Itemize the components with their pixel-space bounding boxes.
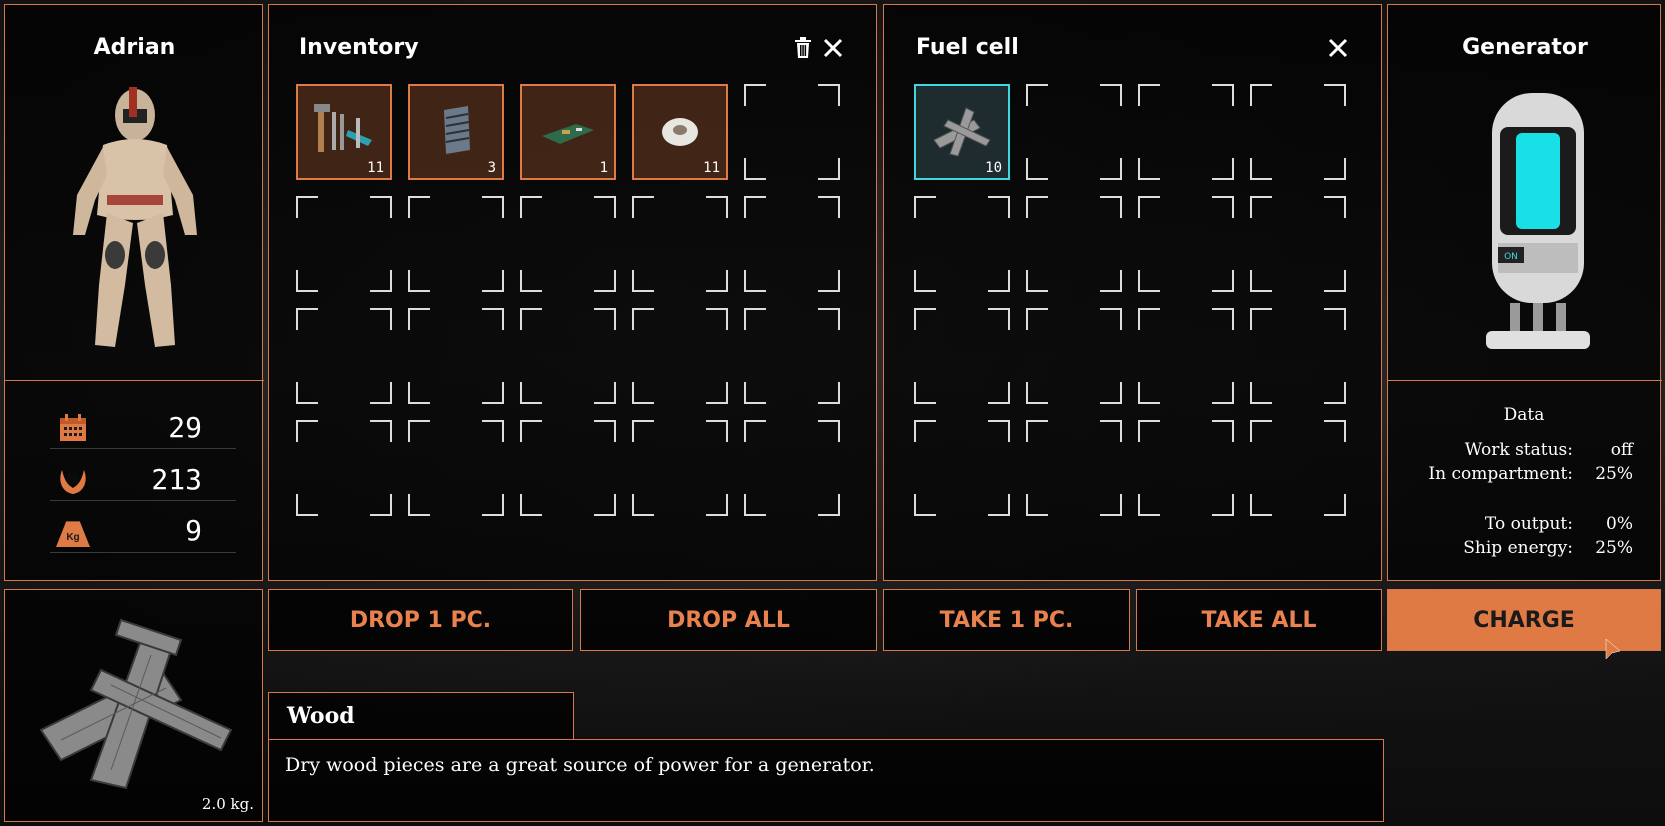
inventory-slot-empty[interactable] xyxy=(632,308,728,404)
fuel_cell-slot-empty[interactable] xyxy=(1026,196,1122,292)
character-name: Adrian xyxy=(93,35,176,60)
stat-weight-value: 9 xyxy=(185,514,202,547)
inventory-slot-empty[interactable] xyxy=(408,196,504,292)
generator-data-label: In compartment: xyxy=(1428,464,1573,484)
close-icon[interactable] xyxy=(822,37,844,59)
metal-plate-icon xyxy=(424,100,488,158)
stat-divider xyxy=(50,552,236,553)
wood-icon xyxy=(930,100,994,158)
item-description-box: Dry wood pieces are a great source of po… xyxy=(268,739,1384,822)
fuel_cell-slot-empty[interactable] xyxy=(1026,308,1122,404)
character-portrait xyxy=(73,87,197,347)
inventory-slot-empty[interactable] xyxy=(296,196,392,292)
item-quantity: 3 xyxy=(487,160,496,176)
close-icon[interactable] xyxy=(1327,37,1349,59)
fuel_cell-slot-empty[interactable] xyxy=(914,420,1010,516)
stat-divider xyxy=(50,448,236,449)
item-weight: 2.0 kg. xyxy=(201,795,254,813)
item-name-box: Wood xyxy=(268,692,574,740)
inventory-slot-tools[interactable]: 11 xyxy=(296,84,392,180)
inventory-slot-empty[interactable] xyxy=(632,420,728,516)
inventory-slot-empty[interactable] xyxy=(520,308,616,404)
inventory-slot-empty[interactable] xyxy=(408,420,504,516)
stat-score-value: 213 xyxy=(151,463,202,496)
stats-divider xyxy=(5,380,264,381)
generator-data-label: Work status: xyxy=(1464,440,1573,460)
take-all-button[interactable]: TAKE ALL xyxy=(1136,589,1382,651)
inventory-slot-empty[interactable] xyxy=(632,196,728,292)
kg-weight-icon-label: Kg xyxy=(66,532,80,543)
fuel_cell-slot-empty[interactable] xyxy=(1138,196,1234,292)
drop-all-button[interactable]: DROP ALL xyxy=(580,589,877,651)
stat-days-value: 29 xyxy=(168,411,202,444)
tools-icon xyxy=(312,100,376,158)
item-quantity: 1 xyxy=(599,160,608,176)
generator-status-light: ON xyxy=(1504,252,1518,262)
generator-data-label: To output: xyxy=(1484,514,1573,534)
inventory-slot-empty[interactable] xyxy=(296,308,392,404)
inventory-slot-empty[interactable] xyxy=(744,196,840,292)
fuel_cell-slot-empty[interactable] xyxy=(1138,308,1234,404)
item-quantity: 11 xyxy=(367,160,384,176)
generator-data-value: 25% xyxy=(1595,464,1633,484)
fuel_cell-slot-empty[interactable] xyxy=(1250,196,1346,292)
inventory-title: Inventory xyxy=(299,35,419,60)
inventory-slot-empty[interactable] xyxy=(520,420,616,516)
circuit-board-icon xyxy=(536,100,600,158)
inventory-slot-empty[interactable] xyxy=(744,84,840,180)
fuel_cell-slot-wood[interactable]: 10 xyxy=(914,84,1010,180)
inventory-slot-metal-plate[interactable]: 3 xyxy=(408,84,504,180)
generator-data-value: 25% xyxy=(1595,538,1633,558)
inventory-slot-empty[interactable] xyxy=(744,308,840,404)
inventory-slot-empty[interactable] xyxy=(408,308,504,404)
tape-icon xyxy=(648,100,712,158)
item-quantity: 11 xyxy=(703,160,720,176)
inventory-slot-tape[interactable]: 11 xyxy=(632,84,728,180)
generator-data-heading: Data xyxy=(1503,405,1545,425)
generator-data-value: off xyxy=(1610,440,1633,460)
fuel_cell-slot-empty[interactable] xyxy=(1138,420,1234,516)
laurel-wreath-icon xyxy=(60,470,86,494)
wood-item-image xyxy=(39,618,233,790)
generator-data-label: Ship energy: xyxy=(1463,538,1573,558)
stat-divider xyxy=(50,500,236,501)
take-one-button[interactable]: TAKE 1 PC. xyxy=(883,589,1130,651)
item-preview-panel: 2.0 kg. xyxy=(4,589,263,822)
fuel_cell-slot-empty[interactable] xyxy=(914,308,1010,404)
generator-divider xyxy=(1388,380,1662,381)
generator-data-value: 0% xyxy=(1606,514,1633,534)
fuel_cell-slot-empty[interactable] xyxy=(914,196,1010,292)
drop-one-button[interactable]: DROP 1 PC. xyxy=(268,589,573,651)
generator-panel: Generator ON xyxy=(1387,4,1662,581)
inventory-slot-circuit-board[interactable]: 1 xyxy=(520,84,616,180)
fuel_cell-slot-empty[interactable] xyxy=(1250,308,1346,404)
inventory-slot-empty[interactable] xyxy=(744,420,840,516)
item-name: Wood xyxy=(287,703,355,729)
fuel_cell-slot-empty[interactable] xyxy=(1250,420,1346,516)
fuel_cell-slot-empty[interactable] xyxy=(1250,84,1346,180)
fuel_cell-slot-empty[interactable] xyxy=(1026,84,1122,180)
mouse-cursor-icon xyxy=(1605,638,1621,660)
inventory-slot-empty[interactable] xyxy=(520,196,616,292)
calendar-icon xyxy=(60,414,86,441)
fuel_cell-slot-empty[interactable] xyxy=(1026,420,1122,516)
generator-title: Generator xyxy=(1462,35,1588,60)
trash-icon[interactable] xyxy=(794,37,812,59)
fuel-cell-title: Fuel cell xyxy=(916,35,1019,60)
generator-image: ON xyxy=(1486,93,1590,349)
inventory-slot-empty[interactable] xyxy=(296,420,392,516)
item-quantity: 10 xyxy=(985,160,1002,176)
fuel_cell-slot-empty[interactable] xyxy=(1138,84,1234,180)
item-description: Dry wood pieces are a great source of po… xyxy=(285,754,875,776)
